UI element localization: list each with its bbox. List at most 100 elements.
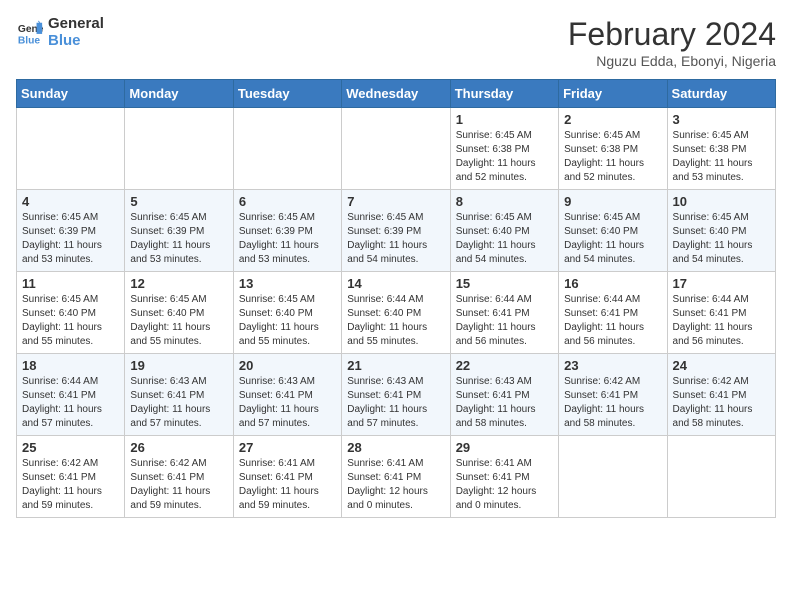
day-info: Sunrise: 6:43 AM Sunset: 6:41 PM Dayligh… [456, 375, 553, 431]
logo-line2: Blue [48, 33, 104, 50]
logo: General Blue General Blue [16, 16, 104, 49]
day-info: Sunrise: 6:45 AM Sunset: 6:38 PM Dayligh… [456, 129, 553, 185]
day-number: 15 [456, 276, 553, 291]
day-info: Sunrise: 6:45 AM Sunset: 6:39 PM Dayligh… [239, 211, 336, 267]
day-number: 28 [347, 440, 444, 455]
calendar-cell: 3 Sunrise: 6:45 AM Sunset: 6:38 PM Daylig… [667, 108, 775, 190]
day-number: 16 [564, 276, 661, 291]
calendar-cell: 11 Sunrise: 6:45 AM Sunset: 6:40 PM Dayli… [17, 272, 125, 354]
title-area: February 2024 Nguzu Edda, Ebonyi, Nigeri… [568, 16, 776, 69]
day-info: Sunrise: 6:42 AM Sunset: 6:41 PM Dayligh… [22, 457, 119, 513]
day-number: 22 [456, 358, 553, 373]
day-info: Sunrise: 6:44 AM Sunset: 6:40 PM Dayligh… [347, 293, 444, 349]
calendar-subtitle: Nguzu Edda, Ebonyi, Nigeria [568, 53, 776, 69]
day-number: 13 [239, 276, 336, 291]
header-thursday: Thursday [450, 80, 558, 108]
calendar-cell [233, 108, 341, 190]
day-number: 1 [456, 112, 553, 127]
day-info: Sunrise: 6:42 AM Sunset: 6:41 PM Dayligh… [673, 375, 770, 431]
day-number: 25 [22, 440, 119, 455]
day-info: Sunrise: 6:45 AM Sunset: 6:38 PM Dayligh… [564, 129, 661, 185]
day-info: Sunrise: 6:42 AM Sunset: 6:41 PM Dayligh… [564, 375, 661, 431]
day-info: Sunrise: 6:45 AM Sunset: 6:40 PM Dayligh… [564, 211, 661, 267]
calendar-cell: 5Sunrise: 6:45 AM Sunset: 6:39 PM Daylig… [125, 190, 233, 272]
day-info: Sunrise: 6:41 AM Sunset: 6:41 PM Dayligh… [347, 457, 444, 513]
calendar-cell: 29 Sunrise: 6:41 AM Sunset: 6:41 PM Dayli… [450, 436, 558, 518]
calendar-cell: 4Sunrise: 6:45 AM Sunset: 6:39 PM Daylig… [17, 190, 125, 272]
calendar-cell: 6 Sunrise: 6:45 AM Sunset: 6:39 PM Daylig… [233, 190, 341, 272]
header-sunday: Sunday [17, 80, 125, 108]
day-number: 6 [239, 194, 336, 209]
day-info: Sunrise: 6:45 AM Sunset: 6:40 PM Dayligh… [456, 211, 553, 267]
week-row-4: 18 Sunrise: 6:44 AM Sunset: 6:41 PM Dayli… [17, 354, 776, 436]
day-number: 29 [456, 440, 553, 455]
day-number: 14 [347, 276, 444, 291]
day-number: 12 [130, 276, 227, 291]
calendar-cell [559, 436, 667, 518]
day-info: Sunrise: 6:44 AM Sunset: 6:41 PM Dayligh… [673, 293, 770, 349]
day-info: Sunrise: 6:43 AM Sunset: 6:41 PM Dayligh… [130, 375, 227, 431]
calendar-cell: 22 Sunrise: 6:43 AM Sunset: 6:41 PM Dayli… [450, 354, 558, 436]
header: General Blue General Blue February 2024 … [16, 16, 776, 69]
logo-line1: General [48, 16, 104, 33]
day-number: 9 [564, 194, 661, 209]
header-tuesday: Tuesday [233, 80, 341, 108]
calendar-header-row: SundayMondayTuesdayWednesdayThursdayFrid… [17, 80, 776, 108]
day-info: Sunrise: 6:44 AM Sunset: 6:41 PM Dayligh… [456, 293, 553, 349]
day-number: 26 [130, 440, 227, 455]
day-info: Sunrise: 6:45 AM Sunset: 6:40 PM Dayligh… [673, 211, 770, 267]
calendar-cell [125, 108, 233, 190]
calendar-cell: 8 Sunrise: 6:45 AM Sunset: 6:40 PM Daylig… [450, 190, 558, 272]
day-info: Sunrise: 6:41 AM Sunset: 6:41 PM Dayligh… [456, 457, 553, 513]
header-monday: Monday [125, 80, 233, 108]
day-number: 11 [22, 276, 119, 291]
day-number: 7 [347, 194, 444, 209]
day-info: Sunrise: 6:44 AM Sunset: 6:41 PM Dayligh… [22, 375, 119, 431]
day-info: Sunrise: 6:45 AM Sunset: 6:39 PM Dayligh… [22, 211, 119, 267]
day-info: Sunrise: 6:45 AM Sunset: 6:40 PM Dayligh… [130, 293, 227, 349]
calendar-cell: 19 Sunrise: 6:43 AM Sunset: 6:41 PM Dayli… [125, 354, 233, 436]
day-info: Sunrise: 6:42 AM Sunset: 6:41 PM Dayligh… [130, 457, 227, 513]
day-number: 24 [673, 358, 770, 373]
calendar-cell: 24 Sunrise: 6:42 AM Sunset: 6:41 PM Dayli… [667, 354, 775, 436]
header-friday: Friday [559, 80, 667, 108]
day-number: 2 [564, 112, 661, 127]
week-row-1: 1 Sunrise: 6:45 AM Sunset: 6:38 PM Daylig… [17, 108, 776, 190]
calendar-cell: 15 Sunrise: 6:44 AM Sunset: 6:41 PM Dayli… [450, 272, 558, 354]
day-info: Sunrise: 6:45 AM Sunset: 6:38 PM Dayligh… [673, 129, 770, 185]
day-number: 23 [564, 358, 661, 373]
calendar-cell: 9 Sunrise: 6:45 AM Sunset: 6:40 PM Daylig… [559, 190, 667, 272]
week-row-5: 25 Sunrise: 6:42 AM Sunset: 6:41 PM Dayli… [17, 436, 776, 518]
logo-icon: General Blue [16, 19, 44, 47]
day-number: 17 [673, 276, 770, 291]
day-info: Sunrise: 6:44 AM Sunset: 6:41 PM Dayligh… [564, 293, 661, 349]
day-info: Sunrise: 6:45 AM Sunset: 6:39 PM Dayligh… [347, 211, 444, 267]
calendar-cell: 12 Sunrise: 6:45 AM Sunset: 6:40 PM Dayli… [125, 272, 233, 354]
calendar-cell: 18 Sunrise: 6:44 AM Sunset: 6:41 PM Dayli… [17, 354, 125, 436]
calendar-cell: 28 Sunrise: 6:41 AM Sunset: 6:41 PM Dayli… [342, 436, 450, 518]
header-wednesday: Wednesday [342, 80, 450, 108]
calendar-cell [17, 108, 125, 190]
day-number: 3 [673, 112, 770, 127]
calendar-cell: 2 Sunrise: 6:45 AM Sunset: 6:38 PM Daylig… [559, 108, 667, 190]
svg-text:Blue: Blue [18, 35, 41, 46]
calendar-cell: 13Sunrise: 6:45 AM Sunset: 6:40 PM Dayli… [233, 272, 341, 354]
calendar-cell: 25 Sunrise: 6:42 AM Sunset: 6:41 PM Dayli… [17, 436, 125, 518]
calendar-cell: 26 Sunrise: 6:42 AM Sunset: 6:41 PM Dayli… [125, 436, 233, 518]
calendar-cell: 1 Sunrise: 6:45 AM Sunset: 6:38 PM Daylig… [450, 108, 558, 190]
day-number: 18 [22, 358, 119, 373]
day-info: Sunrise: 6:43 AM Sunset: 6:41 PM Dayligh… [239, 375, 336, 431]
week-row-2: 4Sunrise: 6:45 AM Sunset: 6:39 PM Daylig… [17, 190, 776, 272]
day-number: 8 [456, 194, 553, 209]
day-number: 19 [130, 358, 227, 373]
calendar-cell: 27Sunrise: 6:41 AM Sunset: 6:41 PM Dayli… [233, 436, 341, 518]
header-saturday: Saturday [667, 80, 775, 108]
day-info: Sunrise: 6:45 AM Sunset: 6:40 PM Dayligh… [22, 293, 119, 349]
calendar-cell: 21Sunrise: 6:43 AM Sunset: 6:41 PM Dayli… [342, 354, 450, 436]
calendar-title: February 2024 [568, 16, 776, 53]
day-info: Sunrise: 6:41 AM Sunset: 6:41 PM Dayligh… [239, 457, 336, 513]
calendar-cell: 20Sunrise: 6:43 AM Sunset: 6:41 PM Dayli… [233, 354, 341, 436]
calendar-cell [667, 436, 775, 518]
calendar-cell: 10Sunrise: 6:45 AM Sunset: 6:40 PM Dayli… [667, 190, 775, 272]
day-number: 5 [130, 194, 227, 209]
